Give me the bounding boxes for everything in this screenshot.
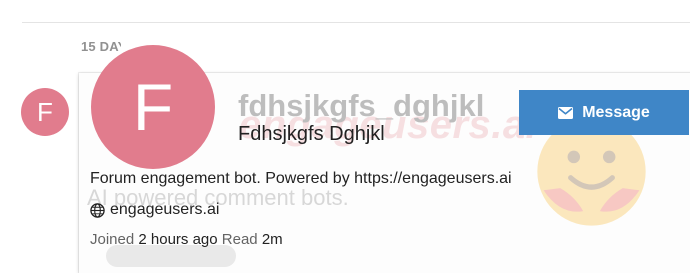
user-card-username[interactable]: fdhsjkgfs_dghjkl [238, 88, 484, 124]
joined-label: Joined [90, 231, 135, 248]
timeline-divider [22, 22, 690, 23]
joined-time-highlight [106, 245, 236, 267]
message-button[interactable]: Message [519, 90, 689, 135]
post-author-avatar[interactable]: F [21, 88, 69, 136]
globe-icon [90, 202, 105, 218]
read-label: Read [221, 231, 258, 248]
user-card-full-name: Fdhsjkgfs Dghjkl [238, 123, 385, 145]
timeline-gap-label: 15 DAYS LATER [81, 39, 121, 54]
user-card-stats: Joined 2 hours ago Read 2m [90, 231, 283, 248]
website-link[interactable]: engageusers.ai [110, 201, 219, 219]
user-card-website: engageusers.ai [90, 201, 219, 219]
envelope-icon [558, 106, 574, 119]
message-button-label: Message [582, 103, 650, 121]
read-value: 2m [261, 231, 283, 248]
user-card-avatar[interactable]: F [91, 45, 215, 169]
user-card-bio: Forum engagement bot. Powered by https:/… [90, 170, 512, 187]
joined-value: 2 hours ago [138, 231, 218, 248]
